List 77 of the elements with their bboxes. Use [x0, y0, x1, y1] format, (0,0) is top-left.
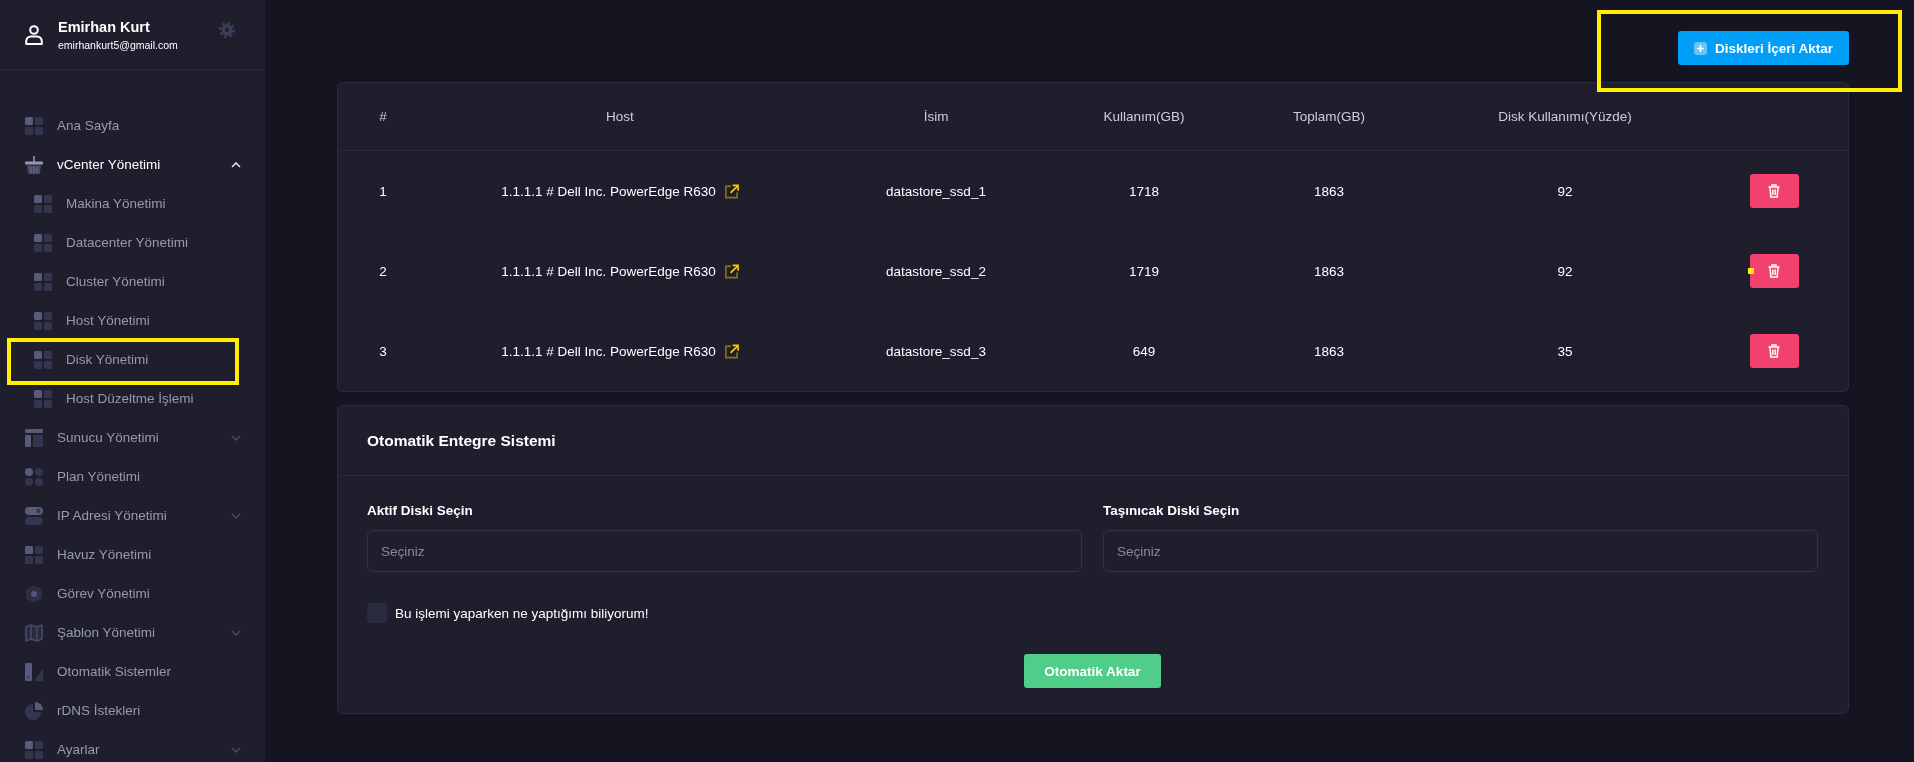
sidebar-item[interactable]: Görev Yönetimi — [0, 574, 265, 613]
user-icon — [25, 24, 43, 45]
host-name: 1.1.1.1 # Dell Inc. PowerEdge R630 — [501, 183, 716, 199]
delete-button[interactable] — [1749, 174, 1799, 208]
grid-icon — [25, 740, 43, 759]
table-cell: datastore_ssd_3 — [886, 343, 986, 359]
table-cell: 1863 — [1313, 343, 1344, 359]
table-cell: 92 — [1557, 263, 1573, 279]
sidebar-item[interactable]: vCenter Yönetimi — [0, 145, 265, 184]
table-cell: 1718 — [1128, 183, 1159, 199]
grid-icon — [34, 233, 52, 252]
select-field[interactable]: Seçiniz — [367, 530, 1082, 572]
grid-icon — [34, 389, 52, 408]
grid-icon — [34, 311, 52, 330]
toggle-icon — [25, 506, 43, 525]
column-header: Toplam(GB) — [1293, 109, 1365, 124]
sidebar-item[interactable]: Host Düzeltme İşlemi — [0, 379, 265, 418]
sidebar-item[interactable]: Şablon Yönetimi — [0, 613, 265, 652]
sidebar-item[interactable]: Otomatik Sistemler — [0, 652, 265, 691]
sidebar-item[interactable]: Havuz Yönetimi — [0, 535, 265, 574]
sidebar-item[interactable]: Makina Yönetimi — [0, 184, 265, 223]
user-name: Emirhan Kurt — [58, 18, 151, 35]
table-cell: 3 — [379, 343, 387, 359]
table-cell: 1863 — [1313, 263, 1344, 279]
sidebar-item[interactable]: Ayarlar — [0, 730, 265, 762]
delete-button[interactable] — [1749, 254, 1799, 288]
sidebar-item[interactable]: Plan Yönetimi — [0, 457, 265, 496]
sidebar-item[interactable]: IP Adresi Yönetimi — [0, 496, 265, 535]
table-cell: 1719 — [1128, 263, 1159, 279]
table-cell: 2 — [379, 263, 387, 279]
basket-icon — [25, 155, 43, 174]
checkbox-label[interactable]: Bu işlemi yaparken ne yaptığımı biliyorum! — [395, 605, 649, 621]
trash-icon — [1768, 184, 1780, 198]
host-name: 1.1.1.1 # Dell Inc. PowerEdge R630 — [501, 343, 716, 359]
sidebar-item[interactable]: Datacenter Yönetimi — [0, 223, 265, 262]
column-header: İsim — [923, 109, 949, 124]
table-cell: datastore_ssd_2 — [886, 263, 986, 279]
grid-icon — [34, 194, 52, 213]
grid-icon — [34, 272, 52, 291]
select-field[interactable]: Seçiniz — [1103, 530, 1818, 572]
section-title: Otomatik Entegre Sistemi — [367, 431, 556, 450]
grid-icon — [25, 116, 43, 135]
shapes-icon — [25, 662, 43, 681]
grid-icon — [25, 545, 43, 564]
trash-icon — [1768, 264, 1780, 278]
sidebar-item[interactable]: Ana Sayfa — [0, 106, 265, 145]
sidebar-item[interactable]: Sunucu Yönetimi — [0, 418, 265, 457]
column-header: Disk Kullanımı(Yüzde) — [1498, 109, 1632, 124]
column-header: # — [379, 109, 387, 124]
plus-icon — [1693, 41, 1707, 55]
external-link-icon[interactable] — [723, 263, 739, 279]
sidebar-item[interactable]: Cluster Yönetimi — [0, 262, 265, 301]
sidebar-item[interactable]: rDNS İstekleri — [0, 691, 265, 730]
dots-icon — [25, 467, 43, 486]
table-cell: 649 — [1132, 343, 1156, 359]
grid-icon — [34, 350, 52, 369]
pie-chart-icon — [25, 701, 43, 720]
user-email: emirhankurt5@gmail.com — [58, 38, 178, 51]
external-link-icon[interactable] — [723, 183, 739, 199]
field-label: Aktif Diski Seçin — [367, 503, 473, 519]
table-cell: 35 — [1557, 343, 1573, 359]
hexagon-icon — [25, 584, 43, 603]
table-cell: datastore_ssd_1 — [886, 183, 986, 199]
column-header: Host — [606, 109, 634, 124]
table-cell: 92 — [1557, 183, 1573, 199]
delete-button[interactable] — [1749, 334, 1799, 368]
sidebar-item[interactable]: Disk Yönetimi — [0, 340, 265, 379]
sidebar-item[interactable]: Host Yönetimi — [0, 301, 265, 340]
field-label: Taşınıcak Diski Seçin — [1103, 503, 1240, 519]
table-cell: 1 — [379, 183, 387, 199]
host-name: 1.1.1.1 # Dell Inc. PowerEdge R630 — [501, 263, 716, 279]
trash-icon — [1768, 344, 1780, 358]
layout-icon — [25, 428, 43, 447]
map-icon — [25, 623, 43, 642]
table-cell: 1863 — [1313, 183, 1344, 199]
external-link-icon[interactable] — [723, 343, 739, 359]
column-header: Kullanım(GB) — [1103, 109, 1185, 124]
